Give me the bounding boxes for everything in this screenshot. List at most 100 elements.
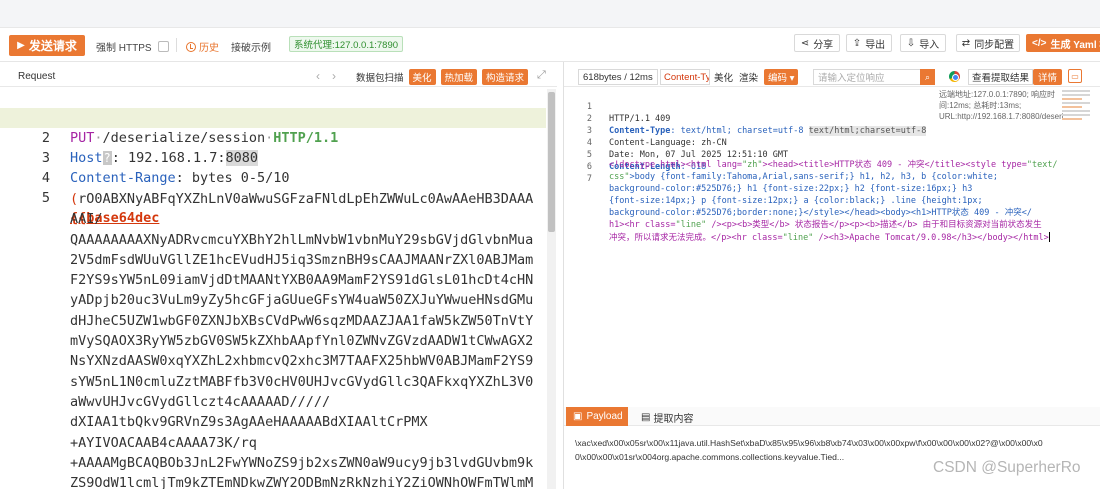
clock-icon xyxy=(186,41,196,52)
base64-line: yADpjb20uc3VuLm9yZy5hcGFjaGUueGFsYW4uaW5… xyxy=(70,292,534,309)
base64-line: mVySQAOX3RyYW5zbGV0SW5kZXhbAApfYnl0ZWNvZ… xyxy=(70,333,534,350)
request-line-5: 5 {{base64dec xyxy=(0,168,546,226)
response-line-3: 3 Content-Language: zh-CN xyxy=(564,113,944,148)
history-button[interactable]: 历史 xyxy=(186,39,219,54)
sync-config-button[interactable]: ⇄ 同步配置 xyxy=(956,34,1020,52)
tab-extract-label: 提取内容 xyxy=(653,414,694,425)
css-code: >body {font-family:Tahoma,Arial,sans-ser… xyxy=(629,172,998,183)
share-label: 分享 xyxy=(813,39,834,51)
request-scrollbar[interactable] xyxy=(547,89,556,489)
base64-open-paren: ( xyxy=(70,191,79,207)
css-code: {font-size:14px;} p {font-size:12px;} a … xyxy=(609,196,983,207)
html-code: 冲突，所以请求无法完成。</p><hr class= xyxy=(609,232,783,243)
base64-line: ZS9OdW1lcmljTm9kZTEmNDkwZWY2ODBmNzRkNzhi… xyxy=(70,475,534,489)
request-nav-arrows[interactable]: ‹› xyxy=(316,69,348,83)
view-extract-result-button[interactable]: 查看提取结果 xyxy=(968,69,1034,85)
examples-button[interactable]: 接破示例 xyxy=(231,39,271,54)
watermark: CSDN @SuperherRo xyxy=(933,459,1081,476)
response-html-source: <!doctype html><html lang="zh"><head><ti… xyxy=(609,159,1058,244)
html-attr-value: "line" xyxy=(782,232,814,243)
render-button[interactable]: 渲染 xyxy=(739,70,758,84)
hot-load-button[interactable]: 热加载 xyxy=(440,69,478,85)
history-label: 历史 xyxy=(199,43,219,54)
html-code: <!doctype html><html lang= xyxy=(609,160,743,170)
request-editor[interactable]: 1 PUT·/deserialize/session·HTTP/1.1 2 Ho… xyxy=(0,88,557,489)
send-request-label: 发送请求 xyxy=(28,39,77,53)
force-https-checkbox[interactable] xyxy=(157,41,169,52)
payload-tabs: ▣ Payload ▤ 提取内容 xyxy=(564,407,1100,426)
comment-icon[interactable]: ▭ xyxy=(1068,69,1082,83)
sync-config-label: 同步配置 xyxy=(974,39,1015,51)
html-code: ><head><title>HTTP状态 409 - 冲突</title><st… xyxy=(762,160,1027,170)
response-tools: 美化 渲染 编码 ▾ xyxy=(714,69,799,85)
response-line-1: 1 HTTP/1.1 409 xyxy=(564,89,944,124)
import-label: 导入 xyxy=(919,39,940,51)
payload-tab-icon: ▣ xyxy=(573,411,583,422)
top-toolbar: ▶ 发送请求 强制 HTTPS 历史 接破示例 系统代理:127.0.0.1:7… xyxy=(0,0,1100,62)
beautify-request-button[interactable]: 美化 xyxy=(408,69,436,85)
generate-yaml-button[interactable]: </> 生成 Yaml 模 xyxy=(1026,34,1100,52)
export-button[interactable]: ⇪ 导出 xyxy=(846,34,892,52)
expand-icon[interactable]: ⤢ xyxy=(537,69,546,82)
base64-line: NsYXNzdAASW0xqYXZhL2xhbmcvQ2xhc3M7TAAFX2… xyxy=(70,353,534,370)
force-https-label: 强制 HTTPS xyxy=(96,43,152,54)
base64-payload-body: (rO0ABXNyABFqYXZhLnV0aWwuSGFzaFNldLpEhZW… xyxy=(70,189,533,489)
sync-icon: ⇄ xyxy=(961,37,971,49)
base64-line: aWwvUHJvcGVydGllczt4cAAAAAD///// xyxy=(70,393,331,410)
send-icon: ▶ xyxy=(17,40,25,51)
line-number: 7 xyxy=(586,174,592,184)
response-minimap[interactable] xyxy=(1062,90,1090,130)
beautify-response-button[interactable]: 美化 xyxy=(714,70,733,84)
proxy-status-badge[interactable]: 系统代理:127.0.0.1:7890 xyxy=(289,36,404,52)
css-code: background-color:#525D76;} h1 {font-size… xyxy=(609,184,973,195)
tab-payload-label: Payload xyxy=(586,411,623,422)
send-request-button[interactable]: ▶ 发送请求 xyxy=(9,35,85,56)
encoding-select[interactable]: 编码 ▾ xyxy=(764,69,799,85)
detail-button[interactable]: 详情 xyxy=(1033,69,1063,85)
share-icon: ⋖ xyxy=(800,37,810,49)
base64-line: +AYIVOACAAB4cAAAA73K/rq xyxy=(70,434,257,451)
packet-scan-button[interactable]: 数据包扫描 xyxy=(356,70,404,84)
search-icon[interactable]: ⌕ xyxy=(920,69,935,85)
html-attr-value: "line" xyxy=(675,220,707,231)
base64-line: dHJheC5UZW1wbGF0ZXNJbXBsCVdPwW6sqzMDAAZJ… xyxy=(70,312,534,329)
window-top-strip xyxy=(0,0,1100,28)
line-number: 5 xyxy=(41,190,50,206)
request-panel-title: Request xyxy=(18,71,56,82)
response-line-2: 2 Content-Type: text/html; charset=utf-8… xyxy=(564,101,944,136)
html-attr-value: "text/ xyxy=(1026,160,1058,170)
base64-line: (rO0ABXNyABFqYXZhLnV0aWwuSGFzaFNldLpEhZW… xyxy=(70,191,534,207)
html-code: h1><hr class= xyxy=(609,220,676,231)
html-attr-value: "zh" xyxy=(742,160,763,170)
base64-line: 2V5dmFsdWUuVGllZE1hcEVudHJ5iq3SmznBH9sCA… xyxy=(70,251,534,268)
content-type-select[interactable]: Content-Type xyxy=(660,69,710,85)
export-icon: ⇪ xyxy=(852,37,862,49)
export-label: 导出 xyxy=(865,39,886,51)
response-meta-note: 远端地址:127.0.0.1:7890; 响应时间:12ms; 总耗时:13ms… xyxy=(939,90,1071,121)
request-line-2: 2 Host?: 192.168.1.7:8080 xyxy=(0,108,546,166)
html-code: /><h3>Apache Tomcat/9.0.98</h3></body></… xyxy=(813,232,1049,243)
browser-icon[interactable] xyxy=(949,71,960,82)
build-request-button[interactable]: 构造请求 xyxy=(482,69,529,85)
share-button[interactable]: ⋖ 分享 xyxy=(794,34,840,52)
scrollbar-thumb[interactable] xyxy=(548,92,555,232)
html-code: /><p><b>类型</b> 状态报告</p><p><b>描述</b> 由于和目… xyxy=(706,220,1042,231)
force-https-toggle[interactable]: 强制 HTTPS xyxy=(96,39,169,54)
request-panel-header: Request ‹› 数据包扫描 美化 热加载 构造请求 ⤢ xyxy=(0,66,557,87)
base64-line: dXIAA1tbQkv9GRVnZ9s3AgAAeHAAAAABdXIAAltC… xyxy=(70,414,428,431)
text-cursor xyxy=(1048,232,1050,243)
html-attr-value: css" xyxy=(609,172,630,183)
response-panel-header: 618bytes / 12ms Content-Type 美化 渲染 编码 ▾ … xyxy=(564,66,1100,87)
response-search-input[interactable]: 请输入定位响应 xyxy=(813,69,935,85)
base64-line: F2YS9sYW5nL09iamVjdDtMAANtYXB0AA9MamF2YS… xyxy=(70,272,534,289)
tab-payload[interactable]: ▣ Payload xyxy=(566,407,628,426)
response-editor[interactable]: 1 HTTP/1.1 409 2 Content-Type: text/html… xyxy=(564,88,1100,406)
response-size-badge: 618bytes / 12ms xyxy=(578,69,658,85)
request-line-3: 3 Content-Range: bytes 0-5/10 xyxy=(0,128,546,186)
code-icon: </> xyxy=(1032,37,1047,49)
tab-extract-content[interactable]: ▤ 提取内容 xyxy=(641,410,693,425)
response-line-5: 5 Content-Length: 618 xyxy=(564,137,944,172)
response-line-4: 4 Date: Mon, 07 Jul 2025 12:51:10 GMT xyxy=(564,125,944,160)
import-button[interactable]: ⇩ 导入 xyxy=(900,34,946,52)
generate-yaml-label: 生成 Yaml 模 xyxy=(1050,39,1100,51)
